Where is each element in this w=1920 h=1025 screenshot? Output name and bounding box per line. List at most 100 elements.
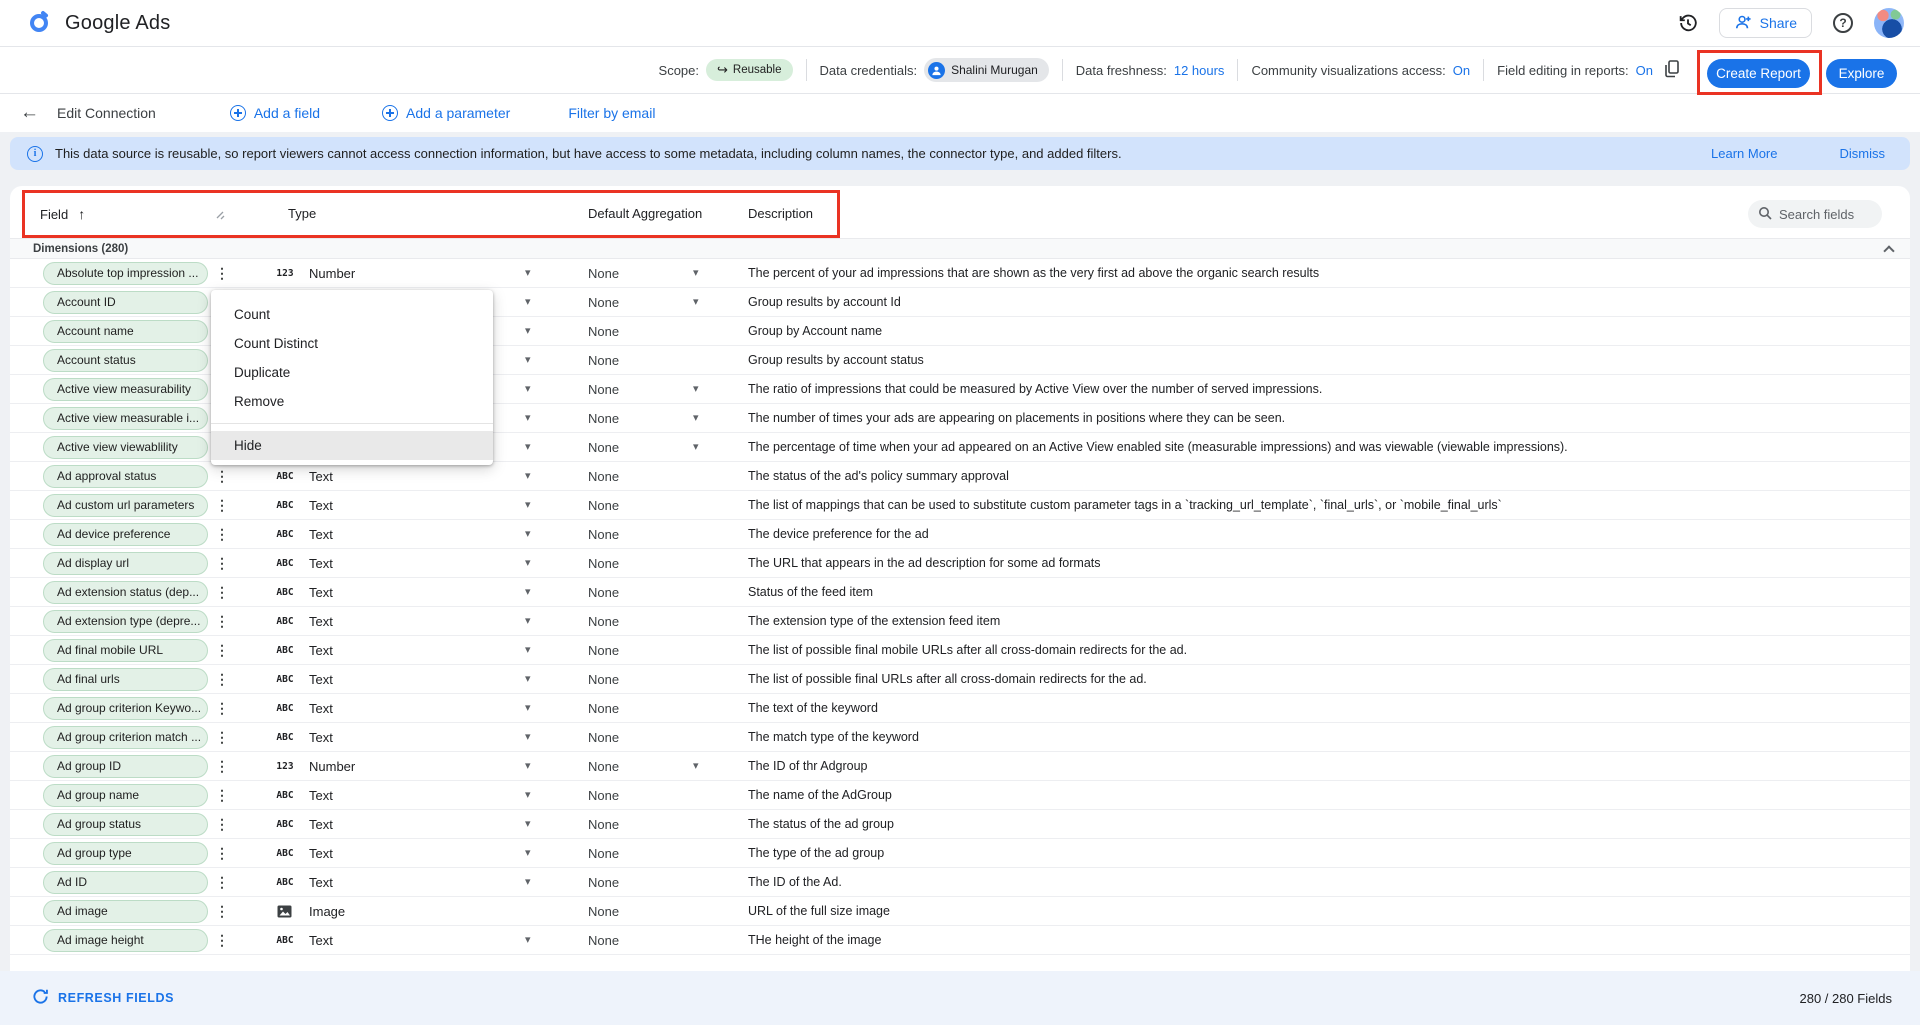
field-chip[interactable]: Absolute top impression ...: [43, 262, 208, 285]
field-column-header[interactable]: Field↑: [40, 206, 85, 222]
add-parameter-button[interactable]: Add a parameter: [382, 105, 510, 121]
type-dropdown-caret-icon[interactable]: ▾: [525, 578, 531, 607]
type-dropdown-caret-icon[interactable]: ▾: [525, 810, 531, 839]
dismiss-link[interactable]: Dismiss: [1840, 146, 1886, 161]
aggregation-dropdown-caret-icon[interactable]: ▾: [693, 404, 699, 433]
aggregation-dropdown-caret-icon[interactable]: ▾: [693, 375, 699, 404]
row-overflow-menu-icon[interactable]: ⋮: [214, 578, 230, 607]
type-dropdown-caret-icon[interactable]: ▾: [525, 752, 531, 781]
aggregation-dropdown-caret-icon[interactable]: ▾: [693, 752, 699, 781]
row-overflow-menu-icon[interactable]: ⋮: [214, 752, 230, 781]
field-chip[interactable]: Ad group type: [43, 842, 208, 865]
help-icon[interactable]: ?: [1830, 10, 1856, 36]
type-dropdown-caret-icon[interactable]: ▾: [525, 288, 531, 317]
type-dropdown-caret-icon[interactable]: ▾: [525, 636, 531, 665]
type-dropdown-caret-icon[interactable]: ▾: [525, 781, 531, 810]
add-field-button[interactable]: Add a field: [230, 105, 320, 121]
field-chip[interactable]: Ad group status: [43, 813, 208, 836]
row-overflow-menu-icon[interactable]: ⋮: [214, 549, 230, 578]
row-overflow-menu-icon[interactable]: ⋮: [214, 665, 230, 694]
edit-connection-link[interactable]: Edit Connection: [57, 105, 156, 121]
row-overflow-menu-icon[interactable]: ⋮: [214, 694, 230, 723]
learn-more-link[interactable]: Learn More: [1711, 146, 1777, 161]
scope-reusable-pill[interactable]: ↪ Reusable: [706, 59, 793, 81]
search-fields-box[interactable]: [1748, 200, 1882, 228]
menu-item-duplicate[interactable]: Duplicate: [211, 358, 493, 387]
aggregation-dropdown-caret-icon[interactable]: ▾: [693, 259, 699, 288]
menu-item-count-distinct[interactable]: Count Distinct: [211, 329, 493, 358]
create-report-button[interactable]: Create Report: [1707, 59, 1810, 88]
community-viz-value[interactable]: On: [1453, 63, 1470, 78]
type-dropdown-caret-icon[interactable]: ▾: [525, 868, 531, 897]
field-chip[interactable]: Ad image height: [43, 929, 208, 952]
field-chip[interactable]: Account status: [43, 349, 208, 372]
type-dropdown-caret-icon[interactable]: ▾: [525, 549, 531, 578]
search-fields-input[interactable]: [1779, 207, 1872, 222]
row-overflow-menu-icon[interactable]: ⋮: [214, 636, 230, 665]
field-editing-value[interactable]: On: [1636, 63, 1653, 78]
row-overflow-menu-icon[interactable]: ⋮: [214, 839, 230, 868]
type-dropdown-caret-icon[interactable]: ▾: [525, 491, 531, 520]
row-overflow-menu-icon[interactable]: ⋮: [214, 723, 230, 752]
field-chip[interactable]: Active view viewablility: [43, 436, 208, 459]
back-arrow-icon[interactable]: ←: [20, 102, 39, 124]
freshness-value[interactable]: 12 hours: [1174, 63, 1225, 78]
row-overflow-menu-icon[interactable]: ⋮: [214, 810, 230, 839]
field-chip[interactable]: Ad group name: [43, 784, 208, 807]
row-overflow-menu-icon[interactable]: ⋮: [214, 897, 230, 926]
refresh-fields-button[interactable]: REFRESH FIELDS: [32, 988, 174, 1008]
credentials-pill[interactable]: Shalini Murugan: [924, 58, 1049, 82]
field-chip[interactable]: Ad extension status (dep...: [43, 581, 208, 604]
field-chip[interactable]: Active view measurability: [43, 378, 208, 401]
type-dropdown-caret-icon[interactable]: ▾: [525, 694, 531, 723]
type-dropdown-caret-icon[interactable]: ▾: [525, 926, 531, 955]
copy-icon[interactable]: [1664, 60, 1680, 81]
type-dropdown-caret-icon[interactable]: ▾: [525, 259, 531, 288]
menu-item-hide[interactable]: Hide: [211, 431, 493, 460]
field-chip[interactable]: Ad group criterion Keywo...: [43, 697, 208, 720]
field-chip[interactable]: Ad final urls: [43, 668, 208, 691]
field-chip[interactable]: Ad final mobile URL: [43, 639, 208, 662]
aggregation-dropdown-caret-icon[interactable]: ▾: [693, 433, 699, 462]
type-dropdown-caret-icon[interactable]: ▾: [525, 404, 531, 433]
aggregation-dropdown-caret-icon[interactable]: ▾: [693, 288, 699, 317]
field-chip[interactable]: Ad approval status: [43, 465, 208, 488]
version-history-icon[interactable]: [1675, 10, 1701, 36]
menu-item-remove[interactable]: Remove: [211, 387, 493, 416]
filter-by-email-link[interactable]: Filter by email: [568, 105, 655, 121]
type-dropdown-caret-icon[interactable]: ▾: [525, 462, 531, 491]
field-chip[interactable]: Ad extension type (depre...: [43, 610, 208, 633]
type-dropdown-caret-icon[interactable]: ▾: [525, 723, 531, 752]
type-dropdown-caret-icon[interactable]: ▾: [525, 607, 531, 636]
row-overflow-menu-icon[interactable]: ⋮: [214, 781, 230, 810]
row-overflow-menu-icon[interactable]: ⋮: [214, 868, 230, 897]
type-dropdown-caret-icon[interactable]: ▾: [525, 375, 531, 404]
resize-handle-icon[interactable]: [213, 208, 225, 223]
field-chip[interactable]: Ad group criterion match ...: [43, 726, 208, 749]
type-dropdown-caret-icon[interactable]: ▾: [525, 520, 531, 549]
type-dropdown-caret-icon[interactable]: ▾: [525, 839, 531, 868]
share-button[interactable]: Share: [1719, 8, 1812, 38]
field-chip[interactable]: Ad custom url parameters: [43, 494, 208, 517]
collapse-section-icon[interactable]: [1883, 245, 1894, 256]
row-overflow-menu-icon[interactable]: ⋮: [214, 607, 230, 636]
row-overflow-menu-icon[interactable]: ⋮: [214, 259, 230, 288]
field-chip[interactable]: Active view measurable i...: [43, 407, 208, 430]
field-chip[interactable]: Ad image: [43, 900, 208, 923]
field-chip[interactable]: Account ID: [43, 291, 208, 314]
type-dropdown-caret-icon[interactable]: ▾: [525, 346, 531, 375]
explore-button[interactable]: Explore: [1826, 59, 1897, 88]
user-avatar[interactable]: [1874, 8, 1904, 38]
type-dropdown-caret-icon[interactable]: ▾: [525, 317, 531, 346]
field-chip[interactable]: Ad ID: [43, 871, 208, 894]
row-overflow-menu-icon[interactable]: ⋮: [214, 491, 230, 520]
type-dropdown-caret-icon[interactable]: ▾: [525, 665, 531, 694]
field-chip[interactable]: Account name: [43, 320, 208, 343]
field-chip[interactable]: Ad device preference: [43, 523, 208, 546]
field-chip[interactable]: Ad group ID: [43, 755, 208, 778]
type-dropdown-caret-icon[interactable]: ▾: [525, 433, 531, 462]
row-overflow-menu-icon[interactable]: ⋮: [214, 520, 230, 549]
row-overflow-menu-icon[interactable]: ⋮: [214, 926, 230, 955]
menu-item-count[interactable]: Count: [211, 300, 493, 329]
row-overflow-menu-icon[interactable]: ⋮: [214, 462, 230, 491]
